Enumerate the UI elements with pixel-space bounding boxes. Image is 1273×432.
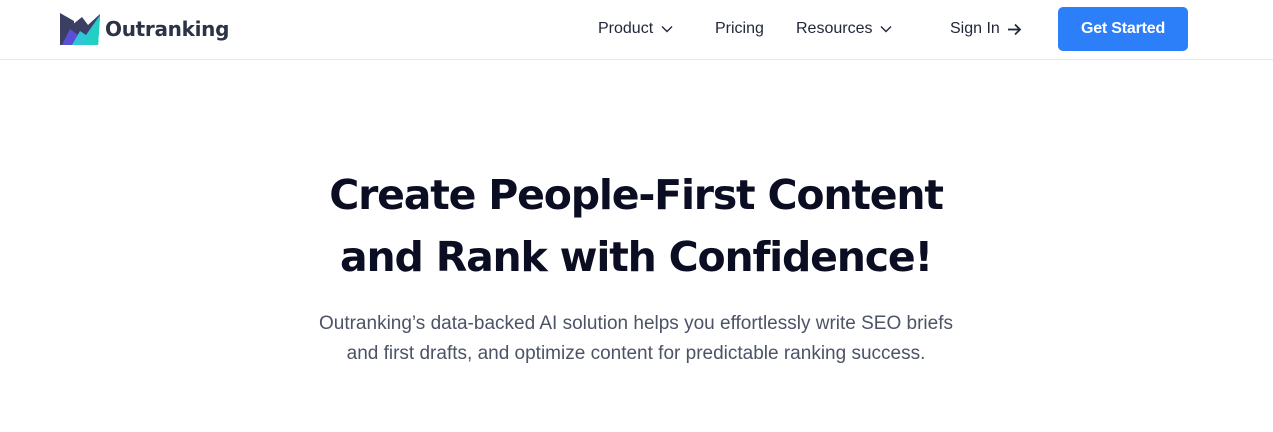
get-started-button[interactable]: Get Started bbox=[1058, 7, 1188, 51]
brand-name: Outranking bbox=[105, 17, 230, 41]
sign-in-link[interactable]: Sign In bbox=[950, 18, 1022, 40]
sign-in-label: Sign In bbox=[950, 20, 1000, 37]
nav-resources-label: Resources bbox=[796, 20, 873, 37]
hero-title-line-2: and Rank with Confidence! bbox=[340, 233, 933, 281]
chevron-down-icon bbox=[880, 26, 892, 33]
chevron-down-icon bbox=[661, 26, 673, 33]
hero-title: Create People-First Content and Rank wit… bbox=[236, 164, 1036, 288]
brand-logo[interactable]: Outranking bbox=[58, 11, 229, 47]
hero-title-line-1: Create People-First Content bbox=[329, 171, 944, 219]
site-header: Outranking Product Pricing Resources Sig… bbox=[0, 0, 1273, 60]
arrow-right-icon bbox=[1007, 23, 1022, 35]
nav-pricing[interactable]: Pricing bbox=[715, 18, 764, 40]
nav-product[interactable]: Product bbox=[598, 18, 673, 40]
outranking-logo-icon bbox=[60, 13, 100, 45]
hero-subtitle: Outranking’s data-backed AI solution hel… bbox=[318, 313, 953, 364]
nav-pricing-label: Pricing bbox=[715, 20, 764, 37]
nav-product-label: Product bbox=[598, 20, 654, 37]
nav-resources[interactable]: Resources bbox=[796, 18, 892, 40]
